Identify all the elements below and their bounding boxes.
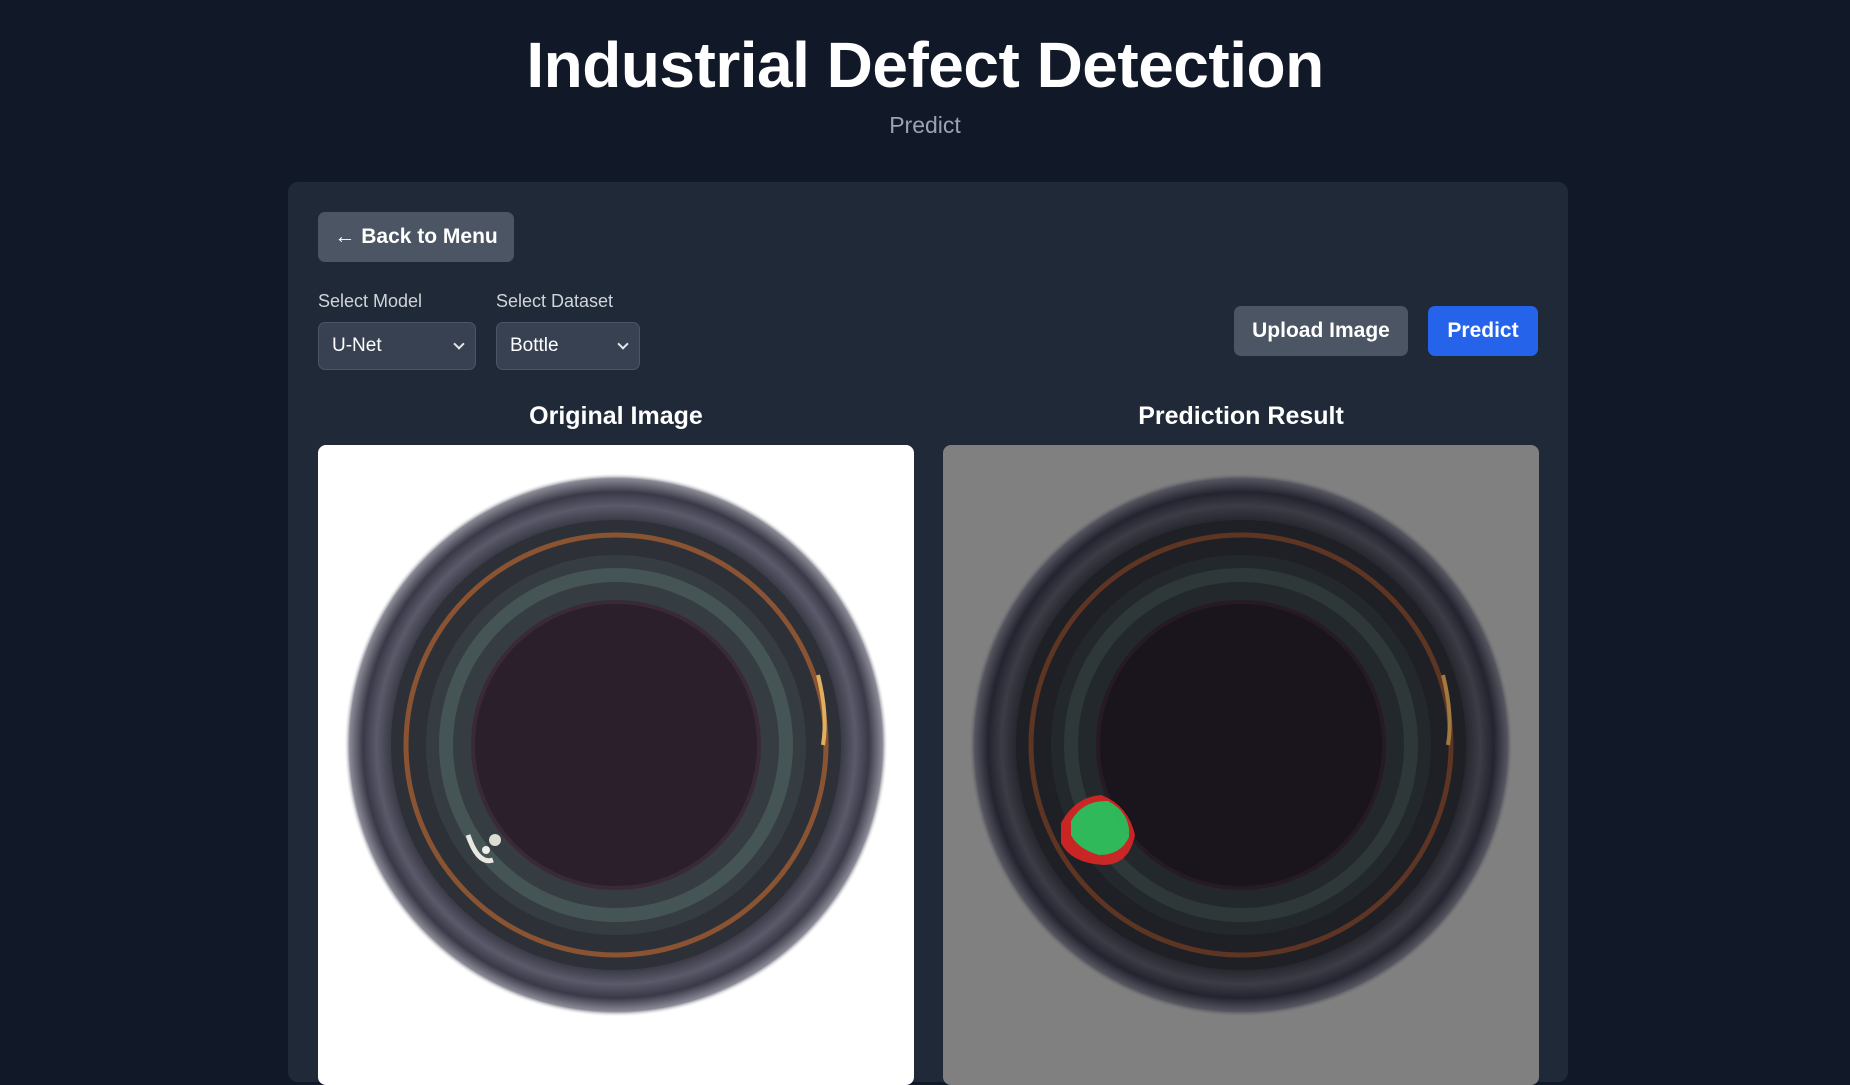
prediction-result-image <box>943 445 1539 1085</box>
model-select[interactable]: U-Net <box>318 322 476 370</box>
page-title: Industrial Defect Detection <box>526 29 1324 101</box>
original-image <box>318 445 914 1085</box>
arrow-left-icon: ← <box>334 225 356 248</box>
upload-image-button[interactable]: Upload Image <box>1234 306 1408 356</box>
dataset-select-value: Bottle <box>510 335 559 356</box>
page-subtitle: Predict <box>889 112 961 138</box>
dataset-select-label: Select Dataset <box>496 291 614 311</box>
model-select-label: Select Model <box>318 291 423 311</box>
bottle-prediction-graphic <box>969 473 1513 1017</box>
dataset-select[interactable]: Bottle <box>496 322 640 370</box>
back-to-menu-button[interactable]: ← Back to Menu <box>318 212 514 262</box>
back-button-label: Back to Menu <box>361 225 498 248</box>
chevron-down-icon <box>617 338 629 350</box>
chevron-down-icon <box>453 338 465 350</box>
main-panel: ← Back to Menu Select Model U-Net Select… <box>288 182 1568 1085</box>
bottle-original-graphic <box>344 473 888 1017</box>
predict-button[interactable]: Predict <box>1428 306 1538 356</box>
prediction-result-title: Prediction Result <box>1138 402 1344 430</box>
original-image-title: Original Image <box>529 402 703 430</box>
model-select-value: U-Net <box>332 335 382 356</box>
